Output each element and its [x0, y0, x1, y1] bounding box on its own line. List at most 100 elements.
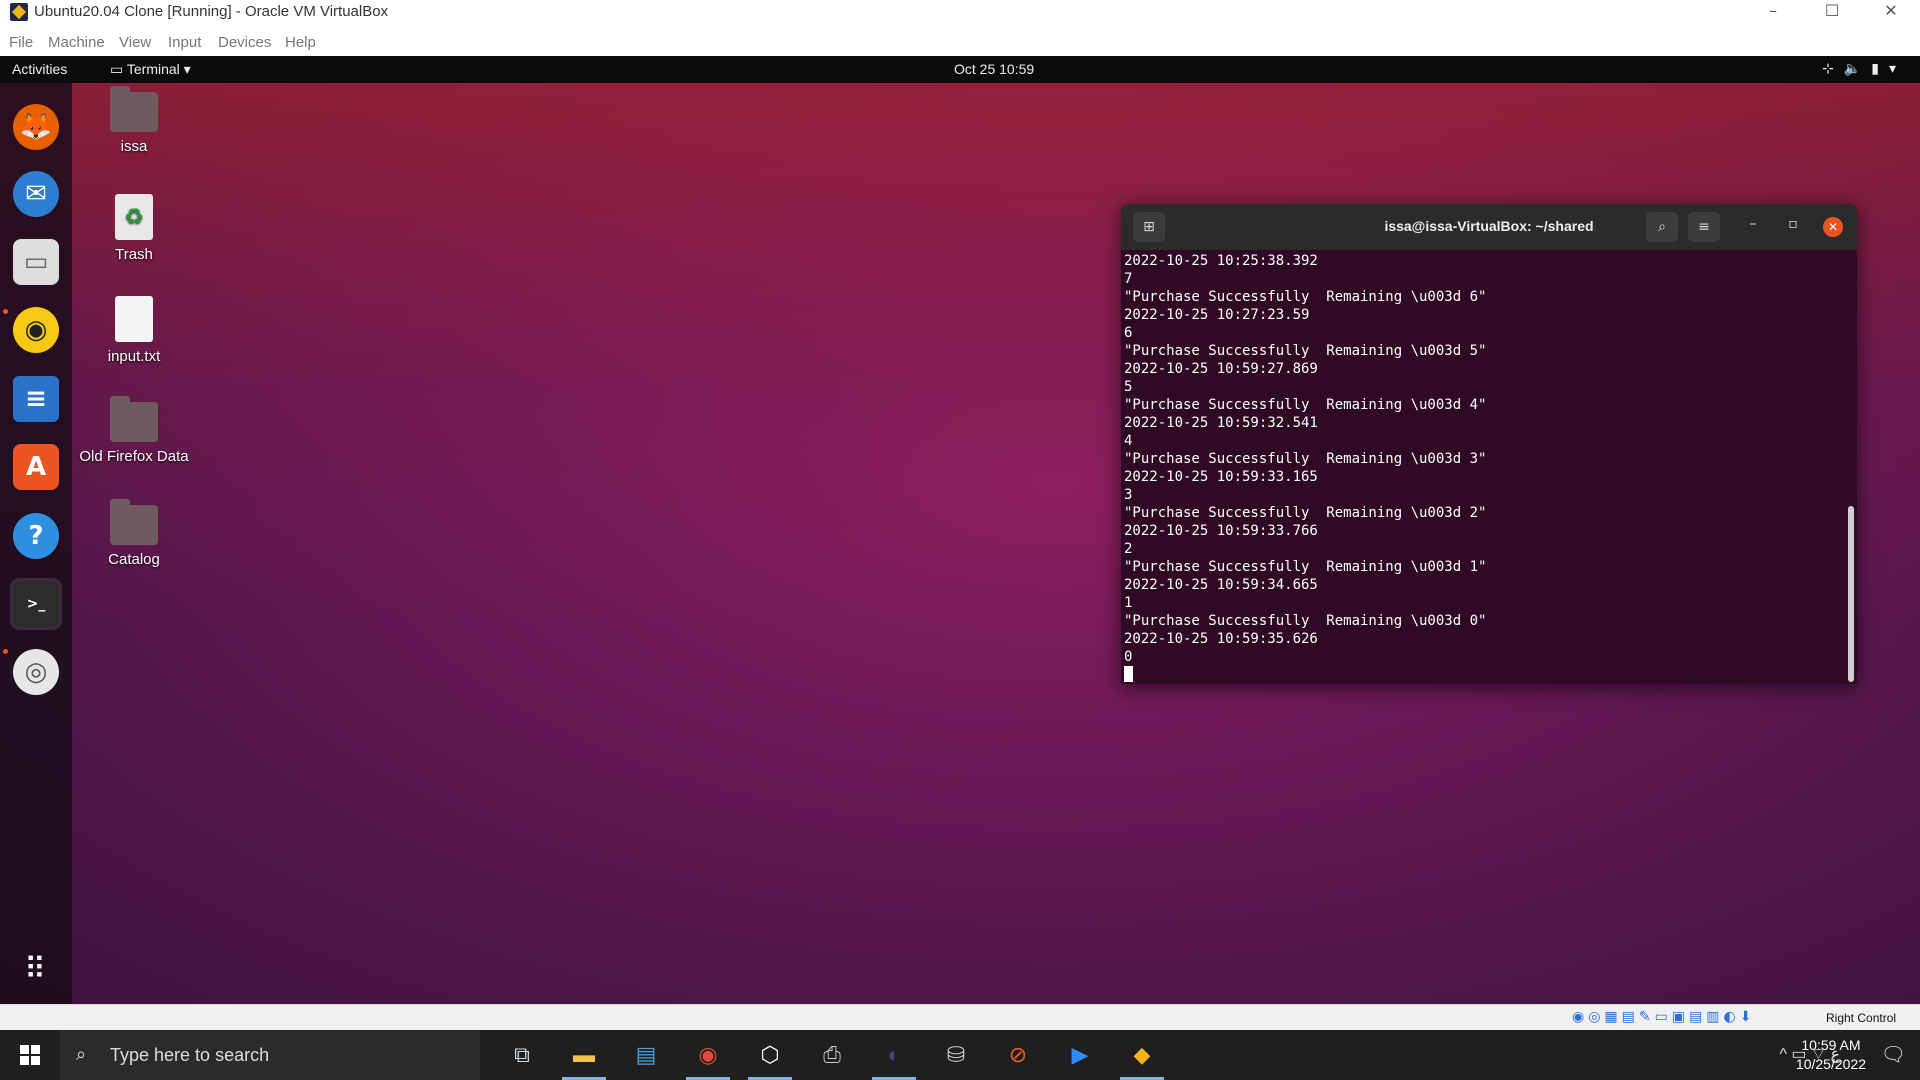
- vbox-status-bar: ◉◎▦▤✎▭▣▤▥◐⬇ Right Control: [0, 1004, 1920, 1030]
- taskbar-app-chrome[interactable]: ◉: [684, 1035, 732, 1080]
- taskbar-app-file-explorer[interactable]: ▬: [560, 1035, 608, 1080]
- menu-view[interactable]: View: [119, 34, 151, 51]
- writer-icon: ≡: [13, 376, 59, 422]
- taskbar-app-eclipse[interactable]: ◐: [870, 1035, 918, 1080]
- desktop-icon-label: input.txt: [107, 348, 161, 365]
- windows-taskbar: ⌕ Type here to search ⧉ ▬ ▤ ◉ ⬡ ⎙ ◐ ⛁ ⊘ ▶ ◆ ^ ▭ ⌔ …: [0, 1030, 1920, 1080]
- taskbar-app-outlook[interactable]: ▤: [622, 1035, 670, 1075]
- database-icon: ⛁: [946, 1042, 966, 1067]
- taskbar-clock[interactable]: 10:59 AM 10/25/2022: [1796, 1036, 1866, 1074]
- terminal-headerbar[interactable]: ⊞ issa@issa-VirtualBox: ~/shared ⌕ ≡ – ▫…: [1121, 204, 1857, 250]
- terminal-line: 1: [1124, 595, 1133, 611]
- terminal-window[interactable]: ⊞ issa@issa-VirtualBox: ~/shared ⌕ ≡ – ▫…: [1121, 204, 1857, 684]
- terminal-line: 0: [1124, 649, 1133, 665]
- virtualbox-icon: ⬡: [760, 1042, 780, 1067]
- eclipse-icon: ◐: [887, 1042, 901, 1067]
- maximize-button[interactable]: ☐: [1803, 0, 1861, 24]
- printer-icon: ⎙: [823, 1042, 841, 1067]
- terminal-scrollbar[interactable]: [1848, 506, 1854, 682]
- desktop-icon-catalog[interactable]: Catalog: [74, 499, 194, 568]
- taskbar-app-zoom[interactable]: ▶: [1056, 1035, 1104, 1075]
- menu-machine[interactable]: Machine: [48, 34, 105, 51]
- system-tray-icons[interactable]: ⊹🔈▮▾: [1822, 60, 1906, 77]
- terminal-line: 6: [1124, 325, 1133, 341]
- terminal-running-indicator: [3, 649, 8, 654]
- taskbar-search[interactable]: ⌕ Type here to search: [60, 1030, 480, 1080]
- terminal-output[interactable]: 2022-10-25 10:25:38.392 7 "Purchase Succes…: [1124, 252, 1844, 684]
- dock-thunderbird[interactable]: ✉: [10, 168, 62, 220]
- rhythmbox-icon: ◉: [13, 307, 59, 353]
- start-button[interactable]: [0, 1030, 60, 1080]
- close-icon: ✕: [1827, 220, 1839, 234]
- dock-dvd[interactable]: ◎: [10, 646, 62, 698]
- taskbar-date: 10/25/2022: [1795, 1056, 1866, 1072]
- terminal-line: 2022-10-25 10:59:33.165: [1124, 469, 1318, 485]
- window-title: Ubuntu20.04 Clone [Running] - Oracle VM …: [34, 3, 389, 20]
- dock-rhythmbox[interactable]: ◉: [10, 304, 62, 356]
- zoom-icon: ▶: [1071, 1042, 1089, 1067]
- terminal-line: 7: [1124, 271, 1133, 287]
- taskbar-app-virtualbox[interactable]: ⬡: [746, 1035, 794, 1080]
- menu-help[interactable]: Help: [285, 34, 316, 51]
- show-applications-button[interactable]: ⠿: [10, 943, 62, 995]
- activities-button[interactable]: Activities: [12, 61, 67, 77]
- notification-center-icon[interactable]: 🗨: [1881, 1042, 1906, 1067]
- dock-files[interactable]: ▭: [10, 236, 62, 288]
- files-running-indicator: [3, 309, 8, 314]
- minimize-button[interactable]: –: [1744, 0, 1802, 24]
- terminal-line: "Purchase Successfully Remaining \u003d …: [1124, 397, 1487, 413]
- maximize-icon: ▫: [1788, 216, 1798, 232]
- dock-libreoffice-writer[interactable]: ≡: [10, 373, 62, 425]
- host-key-label: Right Control: [1826, 1011, 1897, 1025]
- terminal-line: "Purchase Successfully Remaining \u003d …: [1124, 451, 1487, 467]
- vbox-menubar: File Machine View Input Devices Help: [0, 28, 1920, 56]
- taskbar-app-vm-window[interactable]: ◆: [1118, 1035, 1166, 1080]
- postman-icon: ⊘: [1008, 1042, 1028, 1067]
- virtualbox-app-icon: [10, 3, 28, 21]
- terminal-line: 2: [1124, 541, 1133, 557]
- terminal-close-button[interactable]: ✕: [1823, 217, 1843, 237]
- dock-firefox[interactable]: 🦊: [10, 101, 62, 153]
- thunderbird-icon: ✉: [13, 171, 59, 217]
- guest-screen[interactable]: Activities ▭ Terminal ▾ Oct 25 10:59 ⊹🔈▮…: [0, 56, 1920, 1004]
- menu-input[interactable]: Input: [168, 34, 201, 51]
- desktop-icon-home[interactable]: issa: [74, 86, 194, 155]
- search-placeholder: Type here to search: [110, 1045, 270, 1065]
- terminal-line: 2022-10-25 10:59:35.626: [1124, 631, 1318, 647]
- taskbar-app-postman[interactable]: ⊘: [994, 1035, 1042, 1075]
- terminal-minimize-button[interactable]: –: [1741, 216, 1765, 238]
- dock-ubuntu-software[interactable]: A: [10, 441, 62, 493]
- minimize-icon: –: [1749, 216, 1757, 232]
- terminal-line: 2022-10-25 10:25:38.392: [1124, 253, 1318, 269]
- taskbar-app-printer[interactable]: ⎙: [808, 1035, 856, 1075]
- desktop-icon-label: Old Firefox Data: [79, 448, 189, 465]
- taskbar-app-database[interactable]: ⛁: [932, 1035, 980, 1075]
- firefox-icon: 🦊: [13, 104, 59, 150]
- gnome-clock[interactable]: Oct 25 10:59: [954, 61, 1034, 77]
- terminal-icon: >_: [13, 581, 59, 627]
- desktop-icon-input-txt[interactable]: input.txt: [74, 296, 194, 365]
- terminal-search-button[interactable]: ⌕: [1646, 212, 1678, 242]
- terminal-line: "Purchase Successfully Remaining \u003d …: [1124, 559, 1487, 575]
- software-store-icon: A: [13, 444, 59, 490]
- chrome-icon: ◉: [698, 1042, 718, 1067]
- terminal-line: 2022-10-25 10:59:27.869: [1124, 361, 1318, 377]
- windows-logo-icon: [20, 1045, 40, 1065]
- app-menu-label: Terminal ▾: [126, 61, 191, 77]
- terminal-line: "Purchase Successfully Remaining \u003d …: [1124, 343, 1487, 359]
- terminal-maximize-button[interactable]: ▫: [1781, 216, 1805, 238]
- dock-terminal[interactable]: >_: [10, 578, 62, 630]
- app-menu-terminal[interactable]: ▭ Terminal ▾: [110, 61, 191, 78]
- terminal-menu-button[interactable]: ≡: [1688, 212, 1720, 242]
- desktop-icon-trash[interactable]: ♻ Trash: [74, 194, 194, 263]
- vm-device-status-icons[interactable]: ◉◎▦▤✎▭▣▤▥◐⬇: [1572, 1009, 1755, 1025]
- taskbar-app-task-view[interactable]: ⧉: [498, 1035, 546, 1075]
- dock-help[interactable]: ?: [10, 510, 62, 562]
- menu-devices[interactable]: Devices: [218, 34, 271, 51]
- terminal-prompt-line: [1124, 666, 1844, 684]
- terminal-line: 2022-10-25 10:27:23.59: [1124, 307, 1310, 323]
- menu-file[interactable]: File: [9, 34, 33, 51]
- desktop-icon-old-firefox-data[interactable]: Old Firefox Data: [74, 396, 194, 465]
- vbox-titlebar: Ubuntu20.04 Clone [Running] - Oracle VM …: [0, 0, 1920, 24]
- close-button[interactable]: ✕: [1862, 0, 1920, 24]
